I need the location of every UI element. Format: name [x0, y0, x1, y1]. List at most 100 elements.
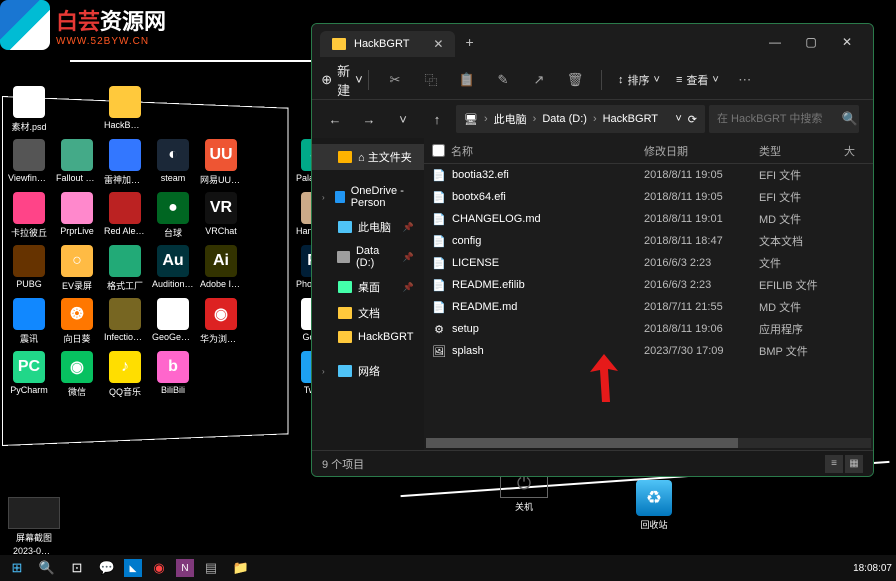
file-row[interactable]: 🖼splash2023/7/30 17:09BMP 文件 — [424, 340, 873, 362]
sidebar-item[interactable]: Data (D:)📌 — [312, 240, 424, 274]
more-button[interactable]: ⋯ — [729, 66, 761, 94]
rename-button[interactable]: ✎ — [487, 66, 519, 94]
sidebar-item[interactable]: 文档 — [312, 300, 424, 326]
maximize-button[interactable]: ▢ — [793, 27, 829, 57]
up-button[interactable]: ↑ — [422, 105, 452, 133]
desktop-icon[interactable]: ❂向日葵 — [56, 298, 98, 345]
view-button[interactable]: ≡ 查看 ˅ — [670, 72, 725, 88]
crumb-folder[interactable]: HackBGRT — [603, 113, 658, 125]
desktop-icon[interactable]: HackBGRT — [104, 86, 146, 133]
chevron-down-icon[interactable]: ˅ — [675, 113, 681, 125]
desktop-icon[interactable]: 卡拉彼丘 — [8, 192, 50, 239]
col-type[interactable]: 类型 — [751, 143, 836, 159]
breadcrumb[interactable]: 🖥› 此电脑› Data (D:)› HackBGRT ˅ ⟳ — [456, 105, 705, 133]
explorer-taskbar-icon[interactable]: 📁 — [228, 557, 254, 579]
desktop-icon[interactable]: ◉华为浏览器 — [200, 298, 242, 345]
sidebar-item[interactable]: 此电脑📌 — [312, 214, 424, 240]
file-row[interactable]: ⚙setup2018/8/11 19:06应用程序 — [424, 318, 873, 340]
new-button[interactable]: ⊕ 新建 ˅ — [326, 66, 358, 94]
onenote-taskbar-icon[interactable]: N — [176, 559, 194, 577]
share-button[interactable]: ↗ — [523, 66, 555, 94]
file-name: README.md — [452, 301, 517, 313]
horizontal-scrollbar[interactable] — [424, 436, 873, 450]
desktop-icon[interactable]: VRVRChat — [200, 192, 242, 239]
file-name: README.efilib — [452, 279, 525, 291]
file-row[interactable]: 📄bootia32.efi2018/8/11 19:05EFI 文件 — [424, 164, 873, 186]
file-list-area: 名称 修改日期 类型 大 📄bootia32.efi2018/8/11 19:0… — [424, 138, 873, 450]
search-taskbar-button[interactable]: 🔍 — [34, 557, 60, 579]
back-button[interactable]: ← — [320, 105, 350, 133]
desktop-icon[interactable]: UU网易UU加速器 — [200, 139, 242, 186]
desktop-icon[interactable]: Infection Free Zo... — [104, 298, 146, 345]
col-name[interactable]: 名称 — [451, 143, 473, 159]
refresh-button[interactable]: ⟳ — [688, 113, 697, 126]
desktop-icon[interactable]: PUBG — [8, 245, 50, 292]
desktop-icon[interactable]: Viewfinder Demo — [8, 139, 50, 186]
window-tab[interactable]: HackBGRT ✕ — [320, 31, 455, 57]
col-size[interactable]: 大 — [836, 143, 873, 159]
logo-url: WWW.52BYW.CN — [56, 36, 166, 47]
file-row[interactable]: 📄LICENSE2016/6/3 2:23文件 — [424, 252, 873, 274]
cut-button[interactable]: ✂ — [379, 66, 411, 94]
desktop-icon[interactable]: ◉GeoGebra Classic — [152, 298, 194, 345]
chat-button[interactable]: 💬 — [94, 557, 120, 579]
file-row[interactable]: 📄README.efilib2016/6/3 2:23EFILIB 文件 — [424, 274, 873, 296]
file-row[interactable]: 📄README.md2018/7/11 21:55MD 文件 — [424, 296, 873, 318]
select-all-checkbox[interactable] — [432, 144, 445, 157]
paste-button[interactable]: 📋 — [451, 66, 483, 94]
desktop-icon[interactable]: Fallout Shelter — [56, 139, 98, 186]
file-row[interactable]: 📄bootx64.efi2018/8/11 19:05EFI 文件 — [424, 186, 873, 208]
file-name: LICENSE — [452, 257, 499, 269]
desktop-icon[interactable]: AiAdobe Illustrator — [200, 245, 242, 292]
sidebar-item[interactable]: HackBGRT — [312, 326, 424, 348]
crumb-pc[interactable]: 此电脑 — [494, 111, 527, 127]
desktop-icon[interactable]: 震讯 — [8, 298, 50, 345]
desktop-icon[interactable]: bBiliBili — [152, 351, 194, 398]
sidebar-label: ⌂ 主文件夹 — [358, 149, 412, 165]
desktop-icon[interactable]: 素材.psd — [8, 86, 50, 133]
desktop-icon[interactable]: ●台球 — [152, 192, 194, 239]
desktop-icon[interactable]: 雷神加速器 — [104, 139, 146, 186]
sort-button[interactable]: ↕ 排序 ˅ — [612, 72, 666, 88]
sidebar-item[interactable]: ⌂ 主文件夹 — [312, 144, 424, 170]
crumb-drive[interactable]: Data (D:) — [542, 113, 587, 125]
close-tab-icon[interactable]: ✕ — [433, 37, 443, 51]
search-icon[interactable]: 🔍 — [835, 105, 865, 133]
recent-button[interactable]: ˅ — [388, 105, 418, 133]
desktop-icon[interactable]: 格式工厂 — [104, 245, 146, 292]
app-icon: b — [157, 351, 189, 383]
copy-button[interactable]: ⿻ — [415, 66, 447, 94]
new-tab-button[interactable]: + — [465, 34, 473, 50]
desktop-icon[interactable]: ◉微信 — [56, 351, 98, 398]
clock[interactable]: 18:08:07 — [853, 563, 892, 574]
vscode-taskbar-icon[interactable]: ◣ — [124, 559, 142, 577]
desktop-icon[interactable]: ◐steam — [152, 139, 194, 186]
sidebar-label: 网络 — [358, 363, 380, 379]
close-button[interactable]: ✕ — [829, 27, 865, 57]
details-view-button[interactable]: ≡ — [825, 455, 843, 473]
desktop-icon[interactable]: PrprLive — [56, 192, 98, 239]
sidebar-item[interactable]: ›网络 — [312, 358, 424, 384]
col-date[interactable]: 修改日期 — [636, 143, 751, 159]
file-row[interactable]: 📄CHANGELOG.md2018/8/11 19:01MD 文件 — [424, 208, 873, 230]
sidebar-item[interactable]: ›OneDrive - Person — [312, 180, 424, 214]
desktop-icon[interactable]: ♪QQ音乐 — [104, 351, 146, 398]
start-button[interactable]: ⊞ — [4, 557, 30, 579]
app2-taskbar-icon[interactable]: ▤ — [198, 557, 224, 579]
desktop-icon[interactable]: ○EV录屏 — [56, 245, 98, 292]
desktop-icon[interactable]: Red Alert 2 — [104, 192, 146, 239]
site-logo: 白芸资源网 WWW.52BYW.CN — [0, 0, 166, 50]
minimize-button[interactable]: — — [757, 27, 793, 57]
sidebar-item[interactable]: 桌面📌 — [312, 274, 424, 300]
task-view-button[interactable]: ⊡ — [64, 557, 90, 579]
screenshot-file[interactable]: 屏幕截图 2023-07-... — [8, 497, 60, 556]
desktop-icon[interactable]: AuAudition 2022 — [152, 245, 194, 292]
app-taskbar-icon[interactable]: ◉ — [146, 557, 172, 579]
delete-button[interactable]: 🗑 — [559, 66, 591, 94]
forward-button[interactable]: → — [354, 105, 384, 133]
app-icon: PC — [13, 351, 45, 383]
recycle-bin[interactable]: 回收站 — [636, 480, 672, 531]
icons-view-button[interactable]: ▦ — [845, 455, 863, 473]
desktop-icon[interactable]: PCPyCharm — [8, 351, 50, 398]
file-row[interactable]: 📄config2018/8/11 18:47文本文档 — [424, 230, 873, 252]
